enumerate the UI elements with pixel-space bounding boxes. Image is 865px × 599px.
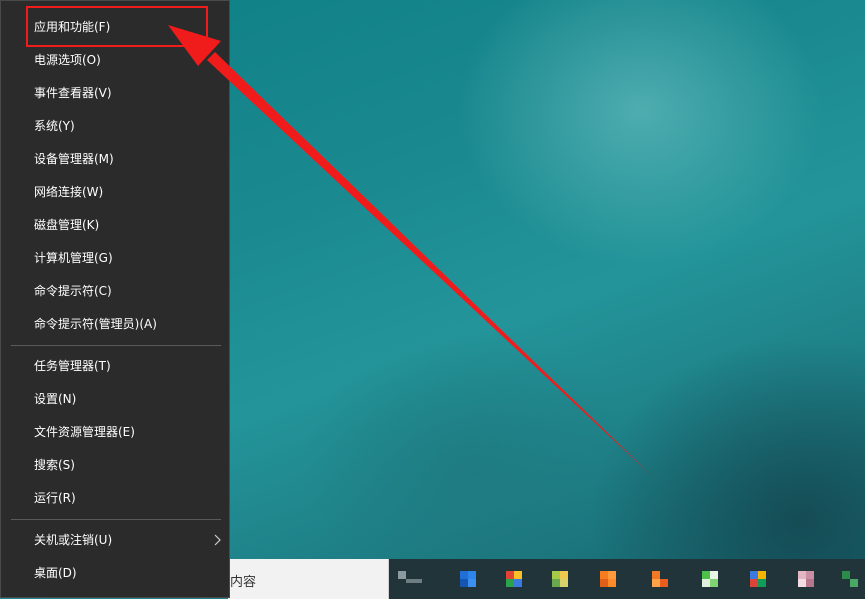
app-icon-multicolor[interactable] [746, 567, 770, 591]
annotation-highlight-box [26, 6, 208, 47]
app-icon-green-dark[interactable] [838, 567, 862, 591]
wechat-icon[interactable] [698, 567, 722, 591]
menu-item-command-prompt[interactable]: 命令提示符(C) [1, 275, 229, 308]
menu-item-command-prompt-admin[interactable]: 命令提示符(管理员)(A) [1, 308, 229, 341]
menu-separator [11, 345, 221, 346]
taskbar-search-box[interactable]: 内容 [228, 559, 389, 599]
menu-item-power-options[interactable]: 电源选项(O) [1, 44, 229, 77]
menu-item-settings[interactable]: 设置(N) [1, 383, 229, 416]
chrome-icon[interactable] [502, 567, 526, 591]
app-icon-orange[interactable] [596, 567, 620, 591]
menu-item-task-manager[interactable]: 任务管理器(T) [1, 350, 229, 383]
menu-item-network-connections[interactable]: 网络连接(W) [1, 176, 229, 209]
menu-separator [11, 519, 221, 520]
menu-item-disk-management[interactable]: 磁盘管理(K) [1, 209, 229, 242]
menu-item-system[interactable]: 系统(Y) [1, 110, 229, 143]
app-icon-pink[interactable] [794, 567, 818, 591]
menu-item-file-explorer[interactable]: 文件资源管理器(E) [1, 416, 229, 449]
app-icon-green[interactable] [548, 567, 572, 591]
taskbar-search-text: 内容 [230, 575, 257, 590]
menu-item-search[interactable]: 搜索(S) [1, 449, 229, 482]
menu-item-run[interactable]: 运行(R) [1, 482, 229, 515]
taskbar: 内容 [228, 559, 865, 599]
menu-item-event-viewer[interactable]: 事件查看器(V) [1, 77, 229, 110]
winx-context-menu: 应用和功能(F) 电源选项(O) 事件查看器(V) 系统(Y) 设备管理器(M)… [0, 0, 230, 598]
menu-item-shutdown-or-signout[interactable]: 关机或注销(U) [1, 524, 229, 557]
menu-item-label: 关机或注销(U) [34, 533, 113, 547]
app-icon-blue[interactable] [456, 567, 480, 591]
chevron-right-icon [214, 534, 221, 546]
app-icon-orange-alt[interactable] [648, 567, 672, 591]
menu-item-device-manager[interactable]: 设备管理器(M) [1, 143, 229, 176]
menu-item-computer-management[interactable]: 计算机管理(G) [1, 242, 229, 275]
menu-item-desktop[interactable]: 桌面(D) [1, 557, 229, 590]
taskview-icon[interactable] [398, 567, 422, 591]
